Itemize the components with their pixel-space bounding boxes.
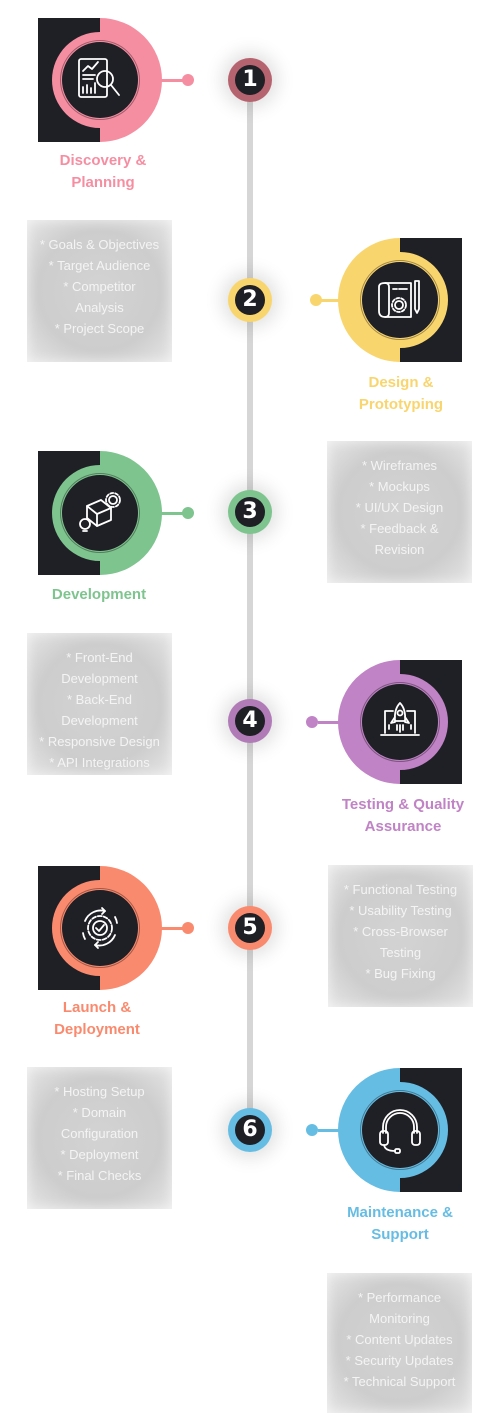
step-1-badge: 1	[228, 58, 272, 102]
report-magnifier-icon	[78, 58, 120, 98]
gear-check-cycle-icon	[82, 907, 118, 949]
step-6-title: Maintenance & Support	[347, 1204, 453, 1243]
timeline-line	[247, 80, 253, 1130]
step-6-icon-block	[338, 1068, 462, 1192]
package-gear-bulb-icon	[79, 492, 121, 532]
step-5-details: * Hosting Setup * Domain Configuration *…	[27, 1067, 172, 1209]
step-3-badge: 3	[228, 490, 272, 534]
step-6-details: * Performance Monitoring * Content Updat…	[327, 1273, 472, 1413]
step-2-title: Design & Prototyping	[358, 374, 444, 413]
headset-icon	[379, 1109, 421, 1154]
step-5-icon-block	[38, 866, 162, 990]
step-5-title: Launch & Deployment	[54, 999, 140, 1038]
step-5-badge: 5	[228, 906, 272, 950]
step-4-title: Testing & Quality Assurance	[341, 796, 465, 835]
step-4-icon-block	[338, 660, 462, 784]
step-4-details: * Functional Testing * Usability Testing…	[328, 865, 473, 1007]
step-1-icon-block	[38, 18, 162, 142]
step-3-icon-block	[38, 451, 162, 575]
step-2-icon-block	[338, 238, 462, 362]
step-3-details: * Front-End Development * Back-End Devel…	[27, 633, 172, 775]
step-4-badge: 4	[228, 699, 272, 743]
rocket-laptop-icon	[380, 702, 420, 736]
step-1-details: * Goals & Objectives * Target Audience *…	[27, 220, 172, 362]
blueprint-gear-icon	[378, 280, 420, 318]
step-6-badge: 6	[228, 1108, 272, 1152]
step-2-badge: 2	[228, 278, 272, 322]
step-3-title: Development	[51, 586, 147, 603]
step-2-details: * Wireframes * Mockups * UI/UX Design * …	[327, 441, 472, 583]
step-1-title: Discovery & Planning	[59, 152, 147, 191]
